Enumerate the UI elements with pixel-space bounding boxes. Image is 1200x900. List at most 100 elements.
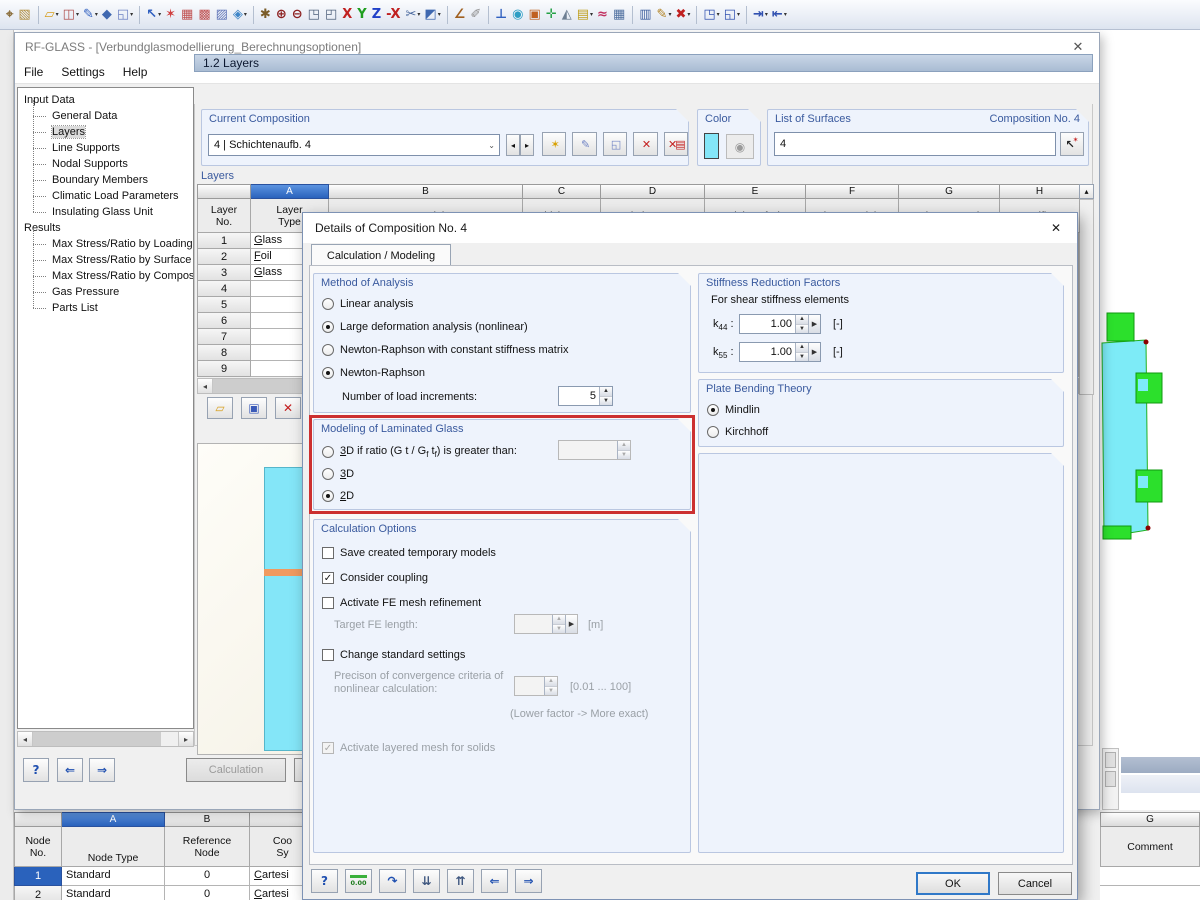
units-icon[interactable]: 0.00 <box>345 869 372 893</box>
support-icon[interactable]: ⊥ <box>494 4 509 26</box>
radio-icon[interactable] <box>707 404 719 416</box>
node-type-cell[interactable]: Standard <box>62 886 165 900</box>
tree-item[interactable]: Insulating Glass Unit <box>18 204 193 220</box>
previous-composition-button[interactable]: ◂ <box>506 134 520 156</box>
sep3[interactable] <box>253 6 254 24</box>
dialog-close-icon[interactable]: ✕ <box>1045 218 1067 238</box>
snap-icon[interactable]: ⌖ <box>5 4 15 26</box>
column-letter[interactable]: C <box>523 184 601 199</box>
plate-theory-option[interactable]: Kirchhoff <box>707 424 1063 440</box>
column-letter[interactable]: H <box>1000 184 1080 199</box>
composition-color-swatch[interactable] <box>704 133 719 159</box>
model-3d-view[interactable] <box>1095 295 1200 560</box>
method-option[interactable]: Linear analysis <box>322 296 690 312</box>
zoom-in-icon[interactable]: ⊕ <box>275 4 289 26</box>
copy-box-icon[interactable]: ◱▾ <box>116 4 134 26</box>
sep4[interactable] <box>447 6 448 24</box>
menu-item[interactable]: File <box>15 65 52 79</box>
export-window-icon[interactable]: ⇥▾ <box>752 4 769 26</box>
sidebar-horizontal-scrollbar[interactable]: ◂ ▸ <box>17 731 194 747</box>
layer-number-cell[interactable]: 7 <box>197 329 251 345</box>
sep1[interactable] <box>38 6 39 24</box>
new-composition-icon[interactable]: ✶ <box>542 132 566 156</box>
tree-item[interactable]: Gas Pressure <box>18 284 193 300</box>
column-letter[interactable]: A <box>251 184 329 199</box>
tree-item[interactable]: Parts List <box>18 300 193 316</box>
save-temporary-models-checkbox[interactable]: Save created temporary models <box>322 545 496 561</box>
tile-windows-icon[interactable]: ◳▾ <box>702 4 720 26</box>
view-z-icon[interactable]: Z <box>371 4 383 26</box>
transfer-next-icon[interactable]: ⇒ <box>515 869 542 893</box>
checkbox-icon[interactable] <box>322 649 334 661</box>
stiffness-factor-stepper[interactable]: 1.00 ▲▼▶ <box>739 342 821 362</box>
tree-item[interactable]: Input Data <box>18 92 193 108</box>
method-option[interactable]: Large deformation analysis (nonlinear) <box>322 319 690 335</box>
stiffness-factor-stepper[interactable]: 1.00 ▲▼▶ <box>739 314 821 334</box>
menu-item[interactable]: Settings <box>52 65 113 79</box>
layer-number-cell[interactable]: 6 <box>197 313 251 329</box>
modeling-option-3d-ratio[interactable]: 3D if ratio (G t / Gf tf) is greater tha… <box>322 444 517 460</box>
glass-pane[interactable] <box>1102 340 1148 537</box>
pick-surfaces-icon[interactable]: ↖✶ <box>1060 132 1084 156</box>
delete-layers-icon[interactable]: ✕ <box>275 397 301 419</box>
layer-number-cell[interactable]: 9 <box>197 361 251 377</box>
column-letter[interactable] <box>14 812 62 827</box>
node-number-cell[interactable]: 2 <box>14 886 62 900</box>
layer-number-cell[interactable]: 5 <box>197 297 251 313</box>
spin-up-icon[interactable]: ▲ <box>796 315 808 325</box>
table-scroll-up-icon[interactable]: ▴ <box>1079 184 1094 199</box>
reference-node-cell[interactable]: 0 <box>165 867 250 886</box>
reference-node-cell[interactable]: 0 <box>165 886 250 900</box>
calculation-button[interactable]: Calculation <box>186 758 286 782</box>
cancel-button[interactable]: Cancel <box>998 872 1072 895</box>
tree-item[interactable]: Max Stress/Ratio by Compositio <box>18 268 193 284</box>
chevron-down-icon[interactable]: ⌄ <box>488 141 495 150</box>
tree-item[interactable]: Max Stress/Ratio by Loading <box>18 236 193 252</box>
layer-number-cell[interactable]: 8 <box>197 345 251 361</box>
to-next-window-button[interactable]: ⇒ <box>89 758 115 782</box>
measure-icon[interactable]: ∠ <box>453 4 468 26</box>
wireframe-view-icon[interactable]: ◳ <box>307 4 322 26</box>
composition-dropdown[interactable]: 4 | Schichtenaufb. 4 ⌄ <box>208 134 500 156</box>
member-grid-icon[interactable]: ▩ <box>197 4 212 26</box>
tab-calculation-modeling[interactable]: Calculation / Modeling <box>311 244 451 266</box>
result-diagram-icon[interactable]: ≈ <box>596 4 610 26</box>
radio-icon[interactable] <box>322 321 334 333</box>
tree-item[interactable]: Boundary Members <box>18 172 193 188</box>
radio-icon[interactable] <box>322 344 334 356</box>
spin-up-icon[interactable]: ▲ <box>600 387 612 397</box>
help-button[interactable]: ? <box>23 758 49 782</box>
layer-number-cell[interactable]: 1 <box>197 233 251 249</box>
solid-box-icon[interactable]: ◆ <box>101 4 114 26</box>
delete-results-icon[interactable]: ✖▾ <box>674 4 691 26</box>
view-minus-x-icon[interactable]: -X <box>385 4 402 26</box>
radio-icon[interactable] <box>322 468 334 480</box>
results-contour-icon[interactable]: ◉ <box>511 4 525 26</box>
transfer-previous-icon[interactable]: ⇐ <box>481 869 508 893</box>
scroll-left-icon[interactable]: ◂ <box>198 379 213 393</box>
spin-up-icon[interactable]: ▲ <box>796 343 808 353</box>
corner-node-top[interactable] <box>1144 340 1149 345</box>
view-y-icon[interactable]: Y <box>356 4 368 26</box>
cascade-windows-icon[interactable]: ◱▾ <box>723 4 741 26</box>
dialog-titlebar[interactable]: Details of Composition No. 4 ✕ <box>303 213 1077 243</box>
column-letter[interactable]: B <box>165 812 250 827</box>
load-increments-stepper[interactable]: 5 ▲▼ <box>558 386 613 406</box>
node-table-row[interactable]: 1 Standard 0 Cartesi <box>14 867 302 886</box>
scroll-right-icon[interactable]: ▸ <box>178 732 193 746</box>
checkbox-icon[interactable] <box>322 597 334 609</box>
section-cut-icon[interactable]: ✂▾ <box>404 4 421 26</box>
sep8[interactable] <box>746 6 747 24</box>
sep2[interactable] <box>139 6 140 24</box>
view-x-icon[interactable]: X <box>341 4 354 26</box>
help-icon[interactable]: ? <box>311 869 338 893</box>
support-block-top[interactable] <box>1107 313 1134 341</box>
checkbox-icon[interactable] <box>322 547 334 559</box>
delete-all-compositions-icon[interactable]: ✕▤ <box>664 132 688 156</box>
national-annex-icon[interactable]: ↷ <box>379 869 406 893</box>
column-letter[interactable]: G <box>899 184 1000 199</box>
partial-view-icon[interactable]: ▤▾ <box>576 4 594 26</box>
tree-item[interactable]: Climatic Load Parameters <box>18 188 193 204</box>
method-option[interactable]: Newton-Raphson with constant stiffness m… <box>322 342 690 358</box>
tree-item[interactable]: Layers <box>18 124 193 140</box>
